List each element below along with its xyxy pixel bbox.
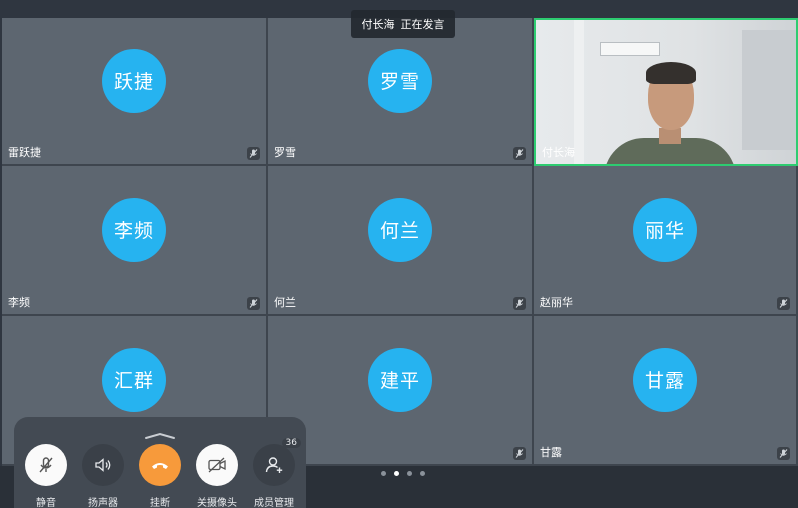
hangup-button[interactable] xyxy=(139,444,181,486)
mic-muted-icon xyxy=(247,297,260,310)
participant-tile[interactable]: 甘露 甘露 xyxy=(534,316,798,466)
hangup-control[interactable]: 挂断 xyxy=(132,444,188,508)
mute-button[interactable] xyxy=(25,444,67,486)
mic-muted-icon xyxy=(513,147,526,160)
camera-off-label: 关摄像头 xyxy=(197,498,237,508)
call-controls-panel: 静音 扬声器 挂断 关摄像头 36 成员管理 xyxy=(14,417,306,508)
speaker-icon xyxy=(95,458,111,472)
camera-off-button[interactable] xyxy=(196,444,238,486)
avatar: 何兰 xyxy=(368,197,432,262)
mic-muted-icon xyxy=(777,447,790,460)
page-dot[interactable] xyxy=(407,471,412,476)
members-label: 成员管理 xyxy=(254,498,294,508)
speaker-button[interactable] xyxy=(82,444,124,486)
avatar: 跃捷 xyxy=(102,48,166,113)
add-member-icon xyxy=(265,457,283,473)
camera-control[interactable]: 关摄像头 xyxy=(189,444,245,508)
participant-name: 李频 xyxy=(8,296,30,309)
avatar: 李频 xyxy=(102,197,166,262)
page-dot-active[interactable] xyxy=(394,471,399,476)
speaker-label: 扬声器 xyxy=(88,498,118,508)
mute-control[interactable]: 静音 xyxy=(18,444,74,508)
video-grid: 跃捷 雷跃捷 罗雪 罗雪 付长海 李频 李频 何兰 何兰 丽华 赵丽华 汇群 建… xyxy=(2,18,798,466)
avatar: 甘露 xyxy=(633,347,697,412)
page-dot[interactable] xyxy=(420,471,425,476)
avatar: 汇群 xyxy=(102,347,166,412)
members-button[interactable]: 36 xyxy=(253,438,301,486)
mic-muted-icon xyxy=(247,147,260,160)
participant-tile[interactable]: 罗雪 罗雪 xyxy=(268,18,534,166)
page-dot[interactable] xyxy=(381,471,386,476)
camera-off-icon xyxy=(208,457,226,473)
participant-tile[interactable]: 丽华 赵丽华 xyxy=(534,166,798,316)
mic-muted-icon xyxy=(513,447,526,460)
participant-name: 甘露 xyxy=(540,446,562,459)
members-control[interactable]: 36 成员管理 xyxy=(246,438,302,508)
collapse-chevron-icon[interactable] xyxy=(144,425,176,444)
participant-name: 付长海 xyxy=(542,146,575,159)
avatar: 丽华 xyxy=(633,197,697,262)
speaker-name: 付长海 xyxy=(361,18,395,31)
speaker-status: 正在发言 xyxy=(400,18,445,31)
participant-tile[interactable]: 何兰 何兰 xyxy=(268,166,534,316)
mute-label: 静音 xyxy=(36,498,56,508)
participant-name: 雷跃捷 xyxy=(8,146,41,159)
participant-name: 赵丽华 xyxy=(540,296,573,309)
participant-name: 罗雪 xyxy=(274,146,296,159)
hangup-label: 挂断 xyxy=(150,498,170,508)
video-feed xyxy=(536,20,796,164)
mic-muted-icon xyxy=(513,297,526,310)
page-indicator[interactable] xyxy=(381,471,425,476)
hangup-phone-icon xyxy=(152,463,168,469)
participant-tile[interactable]: 跃捷 雷跃捷 xyxy=(2,18,268,166)
mic-muted-icon xyxy=(777,297,790,310)
avatar: 罗雪 xyxy=(368,48,432,113)
speaker-control[interactable]: 扬声器 xyxy=(75,444,131,508)
participant-tile[interactable]: 李频 李频 xyxy=(2,166,268,316)
mic-muted-icon xyxy=(39,457,53,473)
member-count-badge: 36 xyxy=(281,438,301,448)
participant-tile[interactable]: 建平 xyxy=(268,316,534,466)
participant-name: 何兰 xyxy=(274,296,296,309)
participant-tile-speaking[interactable]: 付长海 xyxy=(534,18,798,166)
active-speaker-banner: 付长海 正在发言 xyxy=(351,10,455,38)
avatar: 建平 xyxy=(368,347,432,412)
